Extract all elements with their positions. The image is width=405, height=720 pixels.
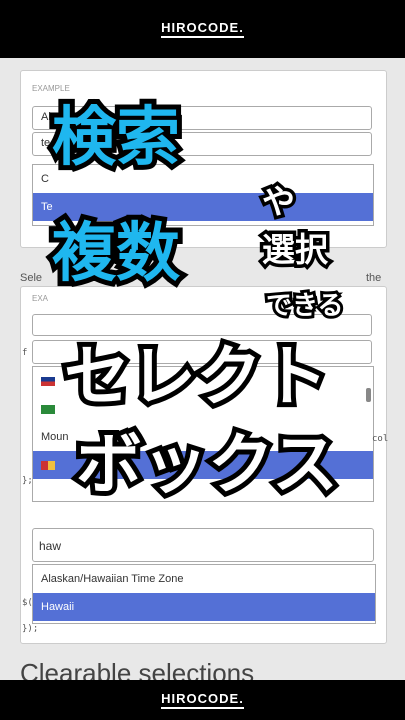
example-label: EXAMPLE [32, 84, 70, 93]
description-text: Sele [20, 272, 43, 284]
top-search-value: te [41, 137, 51, 149]
overlay-title-search: 検索 [47, 101, 185, 175]
dropdown-scrollbar[interactable] [366, 388, 371, 402]
flag-icon [41, 404, 55, 414]
bottom-option[interactable]: Alaskan/Hawaiian Time Zone [33, 565, 375, 593]
top-banner: HIROCODE. [0, 0, 405, 58]
description-text-end: the [366, 272, 382, 284]
brand-logo: HIROCODE. [161, 20, 244, 38]
bottom-dropdown: Alaskan/Hawaiian Time Zone Hawaii [32, 564, 376, 624]
code-line: f [22, 348, 28, 358]
bottom-search-value: haw [39, 539, 62, 553]
overlay-can-text: できる [263, 289, 347, 323]
overlay-title-box: ボックス [71, 426, 343, 503]
bottom-search-input[interactable]: haw [32, 528, 374, 562]
overlay-select-text: 選択 [259, 228, 332, 271]
overlay-particle: や [259, 180, 299, 223]
bottom-option-highlighted[interactable]: Hawaii [33, 593, 375, 621]
dropdown-item-label: Moun [41, 431, 69, 443]
flag-icon [41, 376, 55, 386]
brand-logo-bottom: HIROCODE. [161, 691, 244, 709]
top-select-value: Al [41, 111, 51, 123]
code-fragment: col [372, 434, 389, 444]
code-line: }); [22, 624, 39, 634]
flag-icon [41, 460, 55, 470]
bottom-banner: HIROCODE. [0, 680, 405, 720]
example-label-2: EXA [32, 294, 49, 303]
section-heading: Clearable selections [20, 658, 255, 680]
overlay-title-select: セレクト [59, 338, 333, 415]
overlay-title-multiple: 複数 [47, 217, 185, 291]
